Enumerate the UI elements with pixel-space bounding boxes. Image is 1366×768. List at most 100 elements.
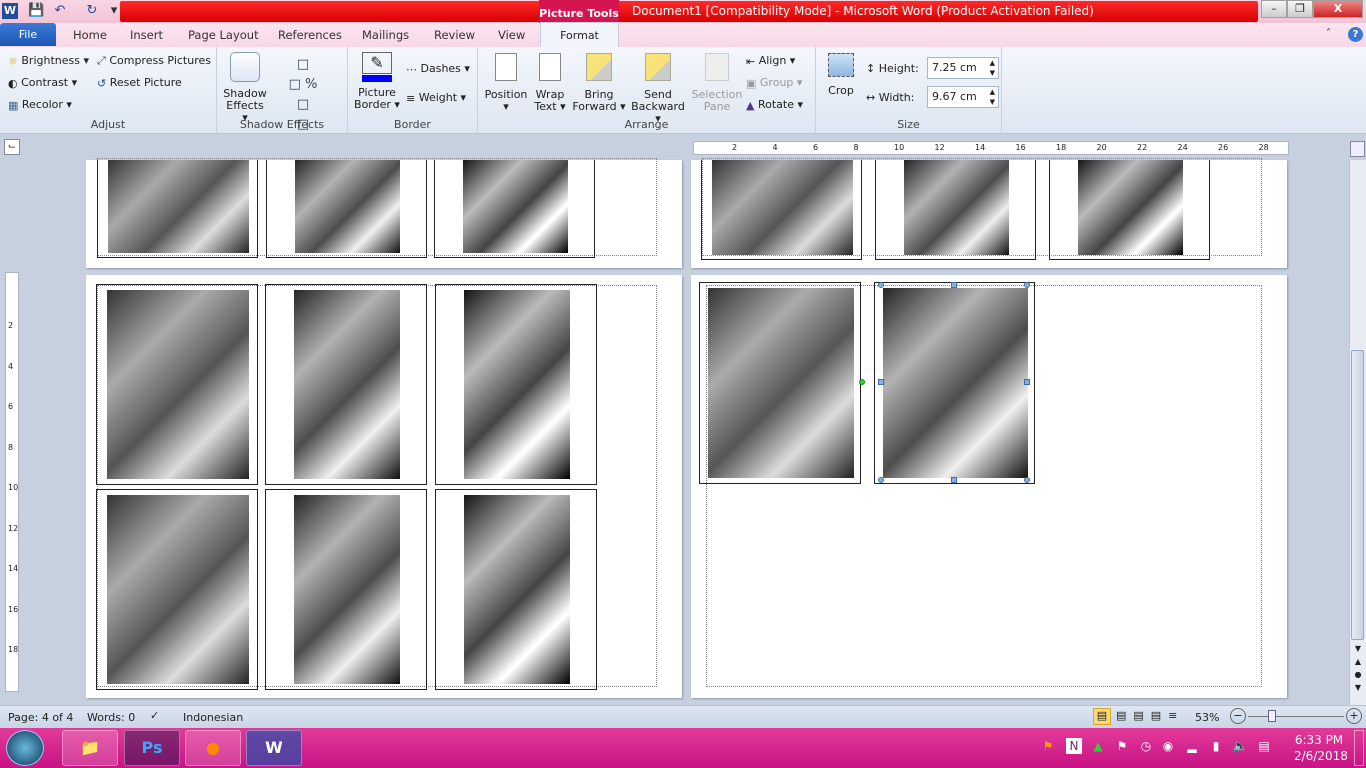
redo-icon[interactable]: ↻ (84, 3, 100, 19)
tab-view[interactable]: View (489, 23, 534, 47)
photo-image[interactable] (294, 495, 400, 684)
minimize-button[interactable]: – (1261, 0, 1287, 18)
photo-image[interactable] (107, 495, 249, 684)
network-icon[interactable]: ▤ (1256, 738, 1272, 754)
clock[interactable]: 6:33 PM 2/6/2018 (1294, 732, 1348, 764)
picture-frame[interactable] (699, 282, 861, 484)
bring-forward-button[interactable]: Bring Forward ▾ (572, 53, 626, 113)
photo-image[interactable] (464, 290, 570, 479)
compress-pictures-button[interactable]: ⤢ Compress Pictures (97, 54, 211, 68)
resize-handle-left[interactable] (878, 379, 884, 385)
weight-button[interactable]: ≡ Weight ▾ (406, 91, 466, 105)
scrollbar-thumb[interactable] (1351, 350, 1364, 640)
rotate-handle[interactable] (859, 379, 865, 385)
contrast-button[interactable]: ◐ Contrast ▾ (8, 76, 77, 90)
restore-button[interactable]: ❐ (1287, 0, 1313, 18)
resize-handle-top[interactable] (951, 282, 957, 288)
help-icon[interactable]: ? (1348, 27, 1363, 42)
word-count[interactable]: Words: 0 (87, 711, 135, 724)
action-center-icon[interactable]: ⚑ (1040, 738, 1056, 754)
picture-frame[interactable] (1049, 160, 1210, 260)
tab-mailings[interactable]: Mailings (353, 23, 418, 47)
onenote-icon[interactable]: N (1066, 738, 1082, 754)
picture-border-button[interactable]: ✎ Picture Border ▾ (354, 52, 400, 111)
crop-button[interactable]: Crop (822, 53, 860, 97)
zoom-level[interactable]: 53% (1195, 711, 1219, 724)
resize-handle-bottom-left[interactable] (878, 477, 884, 483)
resize-handle-bottom-right[interactable] (1024, 477, 1030, 483)
picture-frame[interactable] (97, 160, 258, 258)
scroll-buttons[interactable]: ▼ ▲ ● ▼ (1352, 642, 1364, 694)
photo-image[interactable] (295, 160, 400, 253)
show-desktop-button[interactable] (1354, 730, 1364, 766)
print-layout-icon[interactable]: ▤ (1093, 708, 1111, 725)
photo-image[interactable] (1078, 160, 1183, 255)
zoom-out-button[interactable]: − (1230, 708, 1246, 724)
picture-frame[interactable] (265, 489, 427, 690)
picture-frame[interactable] (435, 489, 597, 690)
zoom-slider[interactable] (1248, 716, 1344, 717)
rotate-button[interactable]: ▲ Rotate ▾ (746, 98, 803, 112)
tab-home[interactable]: Home (64, 23, 116, 47)
photo-image[interactable] (108, 160, 249, 253)
height-input[interactable]: 7.25 cm ▲ ▼ (927, 57, 999, 79)
brightness-button[interactable]: ☼ Brightness ▾ (8, 54, 89, 68)
minimize-ribbon-icon[interactable]: ˄ (1326, 28, 1331, 39)
flag-icon[interactable]: ⚑ (1114, 738, 1130, 754)
resize-handle-bottom[interactable] (951, 477, 957, 483)
photo-image[interactable] (464, 495, 570, 684)
photo-image[interactable] (294, 290, 400, 479)
width-spinner[interactable]: ▲ ▼ (990, 87, 995, 107)
tray-clock-icon[interactable]: ◷ (1138, 738, 1154, 754)
photo-image[interactable] (904, 160, 1009, 255)
resize-handle-right[interactable] (1024, 379, 1030, 385)
picture-frame[interactable] (96, 489, 258, 690)
tab-review[interactable]: Review (425, 23, 484, 47)
undo-icon[interactable]: ↶ (52, 3, 68, 19)
reset-picture-button[interactable]: ↺ Reset Picture (97, 76, 182, 90)
language[interactable]: Indonesian (183, 711, 243, 724)
picture-frame[interactable] (266, 160, 427, 258)
nudge-shadow-icons[interactable]: □ □ % □ □ (283, 55, 323, 132)
wrap-text-button[interactable]: Wrap Text ▾ (532, 53, 568, 113)
tab-page-layout[interactable]: Page Layout (179, 23, 268, 47)
photo-image[interactable] (883, 288, 1028, 478)
tab-file[interactable]: File (0, 23, 56, 46)
height-spinner[interactable]: ▲ ▼ (990, 58, 995, 78)
photo-image[interactable] (708, 288, 854, 478)
signal-icon[interactable]: ▂ (1184, 738, 1200, 754)
width-input[interactable]: 9.67 cm ▲ ▼ (927, 86, 999, 108)
align-button[interactable]: ⇤ Align ▾ (746, 54, 795, 68)
photo-image[interactable] (107, 290, 249, 479)
picture-frame[interactable] (265, 284, 427, 485)
proofing-icon[interactable]: ✓ (150, 709, 159, 722)
close-button[interactable]: X (1313, 0, 1363, 18)
recolor-button[interactable]: ▦ Recolor ▾ (8, 98, 72, 112)
selection-pane-button[interactable]: Selection Pane (690, 53, 744, 113)
taskbar-photoshop[interactable]: Ps (124, 730, 180, 766)
customize-quick-access-icon[interactable]: ▾ (106, 3, 122, 19)
volume-icon[interactable]: 🔈 (1232, 738, 1248, 754)
tray-green-icon[interactable]: ▲ (1090, 738, 1106, 754)
dashes-button[interactable]: ⋯ Dashes ▾ (406, 62, 470, 76)
tab-references[interactable]: References (269, 23, 351, 47)
tab-selector-button[interactable]: ⌙ (4, 139, 20, 155)
group-button[interactable]: ▣ Group ▾ (746, 76, 802, 90)
start-button[interactable] (6, 730, 44, 766)
taskbar-firefox[interactable]: ● (185, 730, 241, 766)
taskbar-explorer[interactable]: 📁 (62, 730, 118, 766)
position-button[interactable]: Position ▾ (482, 53, 530, 113)
photo-image[interactable] (712, 160, 853, 255)
power-icon[interactable]: ▮ (1208, 738, 1224, 754)
zoom-in-button[interactable]: + (1346, 708, 1362, 724)
tray-app-icon[interactable]: ◉ (1160, 738, 1176, 754)
picture-frame[interactable] (875, 160, 1036, 260)
tab-insert[interactable]: Insert (121, 23, 172, 47)
tab-format[interactable]: Format (540, 22, 619, 48)
word-logo-icon[interactable]: W (2, 3, 18, 19)
picture-frame[interactable] (435, 284, 597, 485)
send-backward-button[interactable]: Send Backward ▾ (628, 53, 688, 125)
picture-frame[interactable] (701, 160, 862, 260)
horizontal-ruler[interactable]: 2 4 6 8 10 12 14 16 18 20 22 24 26 28 (693, 141, 1289, 155)
photo-image[interactable] (463, 160, 568, 253)
